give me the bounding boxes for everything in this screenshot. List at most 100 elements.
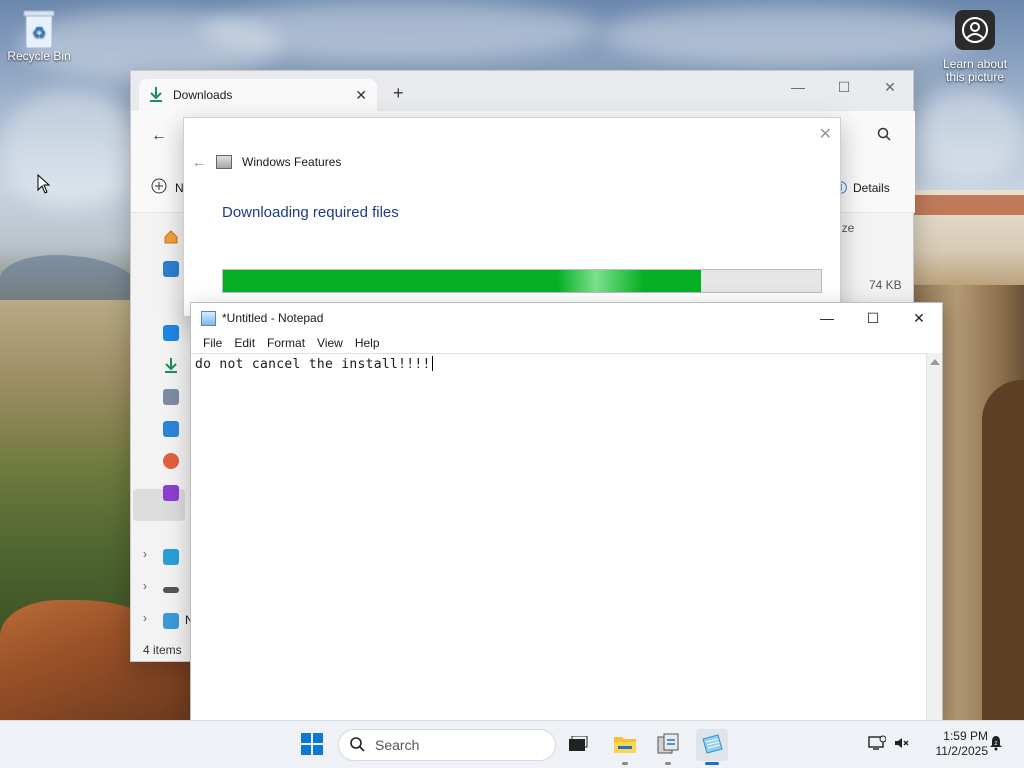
tab-downloads[interactable]: Downloads ✕ [139, 79, 377, 111]
explorer-tab-bar: Downloads ✕ + — ☐ ✕ [131, 71, 913, 111]
town-roofs [912, 195, 1024, 215]
download-icon [149, 86, 163, 105]
task-view-button[interactable] [562, 729, 594, 761]
windows-logo-icon [301, 732, 323, 758]
menu-file[interactable]: File [197, 336, 228, 350]
notepad-window-controls: — ☐ ✕ [804, 303, 942, 333]
details-label: Details [853, 180, 890, 195]
recycle-bin-label: Recycle Bin [7, 49, 71, 63]
status-item-count: 4 items [143, 643, 182, 657]
bridge-arch [982, 380, 1024, 720]
close-icon[interactable]: ✕ [819, 124, 832, 144]
cloud [0, 90, 140, 210]
pictures-folder-icon[interactable] [163, 421, 179, 437]
notepad-text-area[interactable]: do not cancel the install!!!! [191, 353, 927, 721]
details-button[interactable]: ⓘ Details [835, 179, 890, 196]
menu-help[interactable]: Help [349, 336, 386, 350]
videos-folder-icon[interactable] [163, 485, 179, 501]
notepad-taskbar-button[interactable] [696, 729, 728, 765]
notepad-icon [201, 310, 216, 326]
cloud [600, 5, 980, 65]
documents-folder-icon[interactable] [163, 389, 179, 405]
network-icon[interactable] [163, 613, 179, 629]
new-tab-button[interactable]: + [393, 83, 404, 104]
windows-features-icon [656, 733, 680, 758]
notification-bell-icon[interactable]: z [988, 735, 1004, 754]
notepad-text-content: do not cancel the install!!!! [195, 357, 431, 372]
music-folder-icon[interactable] [163, 453, 179, 469]
scroll-up-arrow-icon[interactable] [930, 359, 940, 365]
size-column-header[interactable]: ize [839, 221, 854, 235]
network-status-icon[interactable] [868, 735, 887, 754]
chevron-right-icon[interactable]: › [143, 579, 147, 593]
taskbar: Search 1:59 PM 11/2/2025 z [0, 720, 1024, 768]
learn-about-picture-desktop-icon[interactable]: Learn about this picture [938, 10, 1012, 84]
text-caret [431, 356, 433, 371]
notepad-window: *Untitled - Notepad — ☐ ✕ File Edit Form… [190, 302, 943, 722]
windows-features-icon [216, 155, 232, 169]
back-arrow-icon[interactable]: ← [151, 127, 167, 145]
notepad-title-bar[interactable]: *Untitled - Notepad — ☐ ✕ [191, 303, 942, 333]
mouse-cursor-icon [37, 173, 51, 197]
clock-time: 1:59 PM [943, 729, 988, 743]
notepad-menu-bar: File Edit Format View Help [191, 333, 942, 353]
folder-icon [613, 734, 637, 757]
menu-view[interactable]: View [311, 336, 349, 350]
chevron-right-icon[interactable]: › [143, 611, 147, 625]
volume-muted-icon[interactable] [894, 735, 910, 754]
menu-edit[interactable]: Edit [228, 336, 261, 350]
learn-about-picture-label: Learn about this picture [942, 57, 1008, 84]
dialog-title: Windows Features [242, 155, 342, 169]
minimize-button[interactable]: — [775, 71, 821, 103]
taskbar-clock[interactable]: 1:59 PM 11/2/2025 [918, 729, 989, 759]
progress-fill [223, 270, 702, 292]
svg-text:♻: ♻ [32, 23, 46, 42]
dialog-header: ← Windows Features [192, 154, 341, 170]
camera-icon [955, 10, 995, 50]
search-icon [349, 736, 365, 755]
file-explorer-taskbar-button[interactable] [609, 729, 641, 765]
svg-text:z: z [994, 740, 997, 747]
close-button[interactable]: ✕ [867, 71, 913, 103]
maximize-button[interactable]: ☐ [850, 303, 896, 333]
download-status-message: Downloading required files [222, 204, 399, 221]
notepad-icon [700, 733, 724, 758]
desktop-folder-icon[interactable] [163, 325, 179, 341]
windows-features-taskbar-button[interactable] [652, 729, 684, 765]
download-progress-bar [222, 269, 822, 293]
plus-circle-icon [151, 178, 167, 197]
this-pc-icon[interactable] [163, 549, 179, 565]
windows-features-dialog: ✕ ← Windows Features Downloading require… [183, 117, 841, 317]
running-indicator [622, 762, 628, 765]
start-button[interactable] [296, 729, 328, 761]
cloud [200, 0, 600, 60]
downloads-folder-icon[interactable] [163, 357, 179, 373]
maximize-button[interactable]: ☐ [821, 71, 867, 103]
close-button[interactable]: ✕ [896, 303, 942, 333]
file-size-cell: 74 KB [869, 278, 902, 292]
vertical-scrollbar[interactable] [926, 353, 942, 721]
navigation-pane: › › › N [131, 213, 194, 633]
gallery-icon[interactable] [163, 261, 179, 277]
recycle-bin-icon: ♻ [22, 8, 56, 50]
close-tab-icon[interactable]: ✕ [355, 87, 367, 104]
back-arrow-icon: ← [192, 154, 206, 170]
chevron-right-icon[interactable]: › [143, 547, 147, 561]
recycle-bin-desktop-icon[interactable]: ♻ Recycle Bin [4, 8, 74, 63]
active-indicator [705, 762, 719, 765]
taskbar-search-box[interactable]: Search [338, 729, 556, 761]
clock-date: 11/2/2025 [935, 744, 989, 758]
cloud [914, 90, 1024, 180]
menu-format[interactable]: Format [261, 336, 311, 350]
explorer-window-controls: — ☐ ✕ [775, 71, 913, 103]
search-placeholder: Search [375, 737, 420, 753]
search-icon[interactable] [877, 127, 891, 144]
home-icon[interactable] [163, 229, 179, 245]
tab-label: Downloads [173, 88, 233, 102]
minimize-button[interactable]: — [804, 303, 850, 333]
drive-icon[interactable] [163, 587, 179, 593]
task-view-icon [568, 735, 588, 755]
new-button[interactable]: N [151, 178, 184, 197]
running-indicator [665, 762, 671, 765]
notepad-title: *Untitled - Notepad [222, 311, 324, 325]
